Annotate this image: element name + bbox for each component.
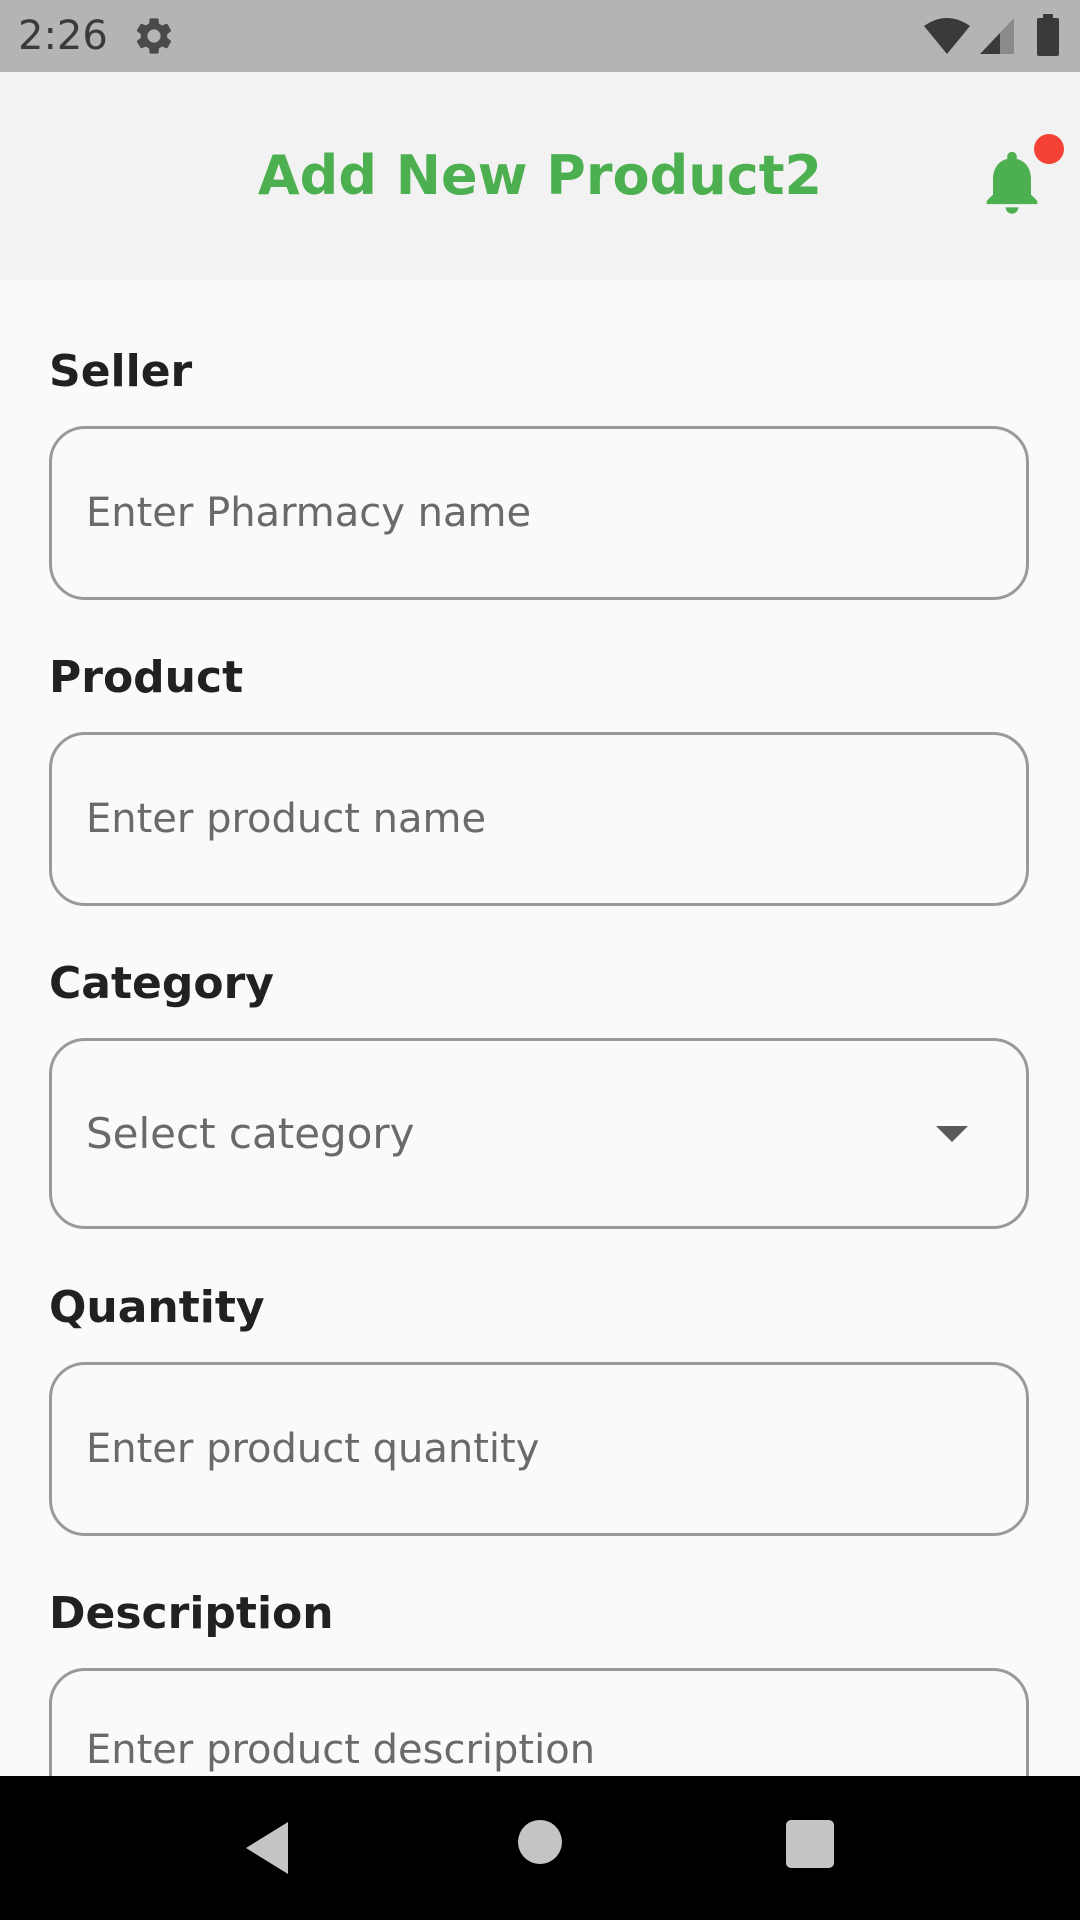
category-label: Category: [49, 958, 274, 1009]
seller-label: Seller: [49, 346, 193, 397]
battery-icon: [1037, 14, 1059, 56]
recents-icon[interactable]: [786, 1820, 834, 1868]
gear-icon: [136, 18, 172, 54]
page-title: Add New Product2: [257, 144, 823, 207]
quantity-label: Quantity: [49, 1282, 265, 1333]
product-input[interactable]: [86, 796, 992, 842]
app-bar: Add New Product2: [0, 72, 1080, 280]
quantity-field: [49, 1362, 1029, 1536]
signal-icon: [980, 18, 1014, 54]
navigation-bar: [0, 1776, 1080, 1920]
home-icon[interactable]: [518, 1820, 562, 1864]
wifi-icon: [924, 18, 970, 54]
status-time: 2:26: [18, 13, 108, 59]
product-label: Product: [49, 652, 244, 703]
quantity-input[interactable]: [86, 1426, 992, 1472]
screen: 2:26 Add New Product2 Seller Product: [0, 0, 1080, 1920]
seller-field: [49, 426, 1029, 600]
category-dropdown[interactable]: Select category: [49, 1038, 1029, 1229]
description-input[interactable]: [86, 1727, 992, 1773]
dropdown-arrow-icon: [936, 1125, 968, 1142]
back-icon[interactable]: [242, 1820, 292, 1876]
category-selected-text: Select category: [86, 1109, 415, 1158]
notification-badge: [1034, 134, 1064, 164]
seller-input[interactable]: [86, 490, 992, 536]
product-field: [49, 732, 1029, 906]
description-label: Description: [49, 1588, 334, 1639]
status-bar: 2:26: [0, 0, 1080, 72]
notifications-button[interactable]: [966, 130, 1064, 230]
